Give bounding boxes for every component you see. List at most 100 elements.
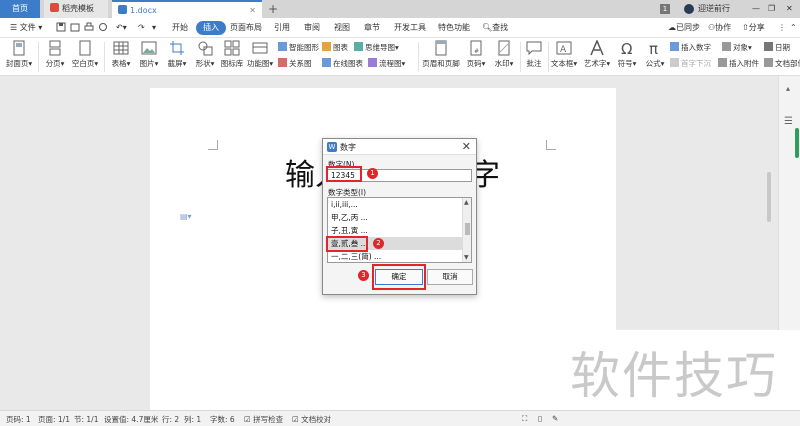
status-setting-value[interactable]: 设置值: 4.7厘米 bbox=[104, 414, 158, 425]
edit-pen-icon[interactable]: ✎ bbox=[552, 414, 558, 423]
avatar[interactable] bbox=[684, 4, 694, 14]
menu-insert[interactable]: 插入 bbox=[196, 21, 226, 35]
vertical-scrollbar-thumb[interactable] bbox=[767, 172, 771, 222]
formula-button[interactable]: π 公式▾ bbox=[642, 40, 668, 69]
minimize-icon[interactable]: — bbox=[752, 0, 760, 18]
status-section[interactable]: 节: 1/1 bbox=[74, 414, 98, 425]
blank-page-button[interactable]: 空白页▾ bbox=[70, 40, 100, 69]
watermark-button[interactable]: 水印▾ bbox=[490, 40, 518, 69]
page-number-button[interactable]: # 页码▾ bbox=[462, 40, 490, 69]
scroll-down-icon[interactable]: ▼ bbox=[464, 254, 469, 261]
preview-icon[interactable] bbox=[98, 22, 108, 32]
outline-icon[interactable]: ▯ bbox=[538, 414, 542, 423]
relation-chart-button[interactable]: 关系图 bbox=[278, 58, 312, 69]
paragraph-marker-icon[interactable]: ▤▾ bbox=[180, 212, 192, 221]
print-icon[interactable] bbox=[84, 22, 94, 32]
smart-art-icon bbox=[278, 42, 287, 51]
page-break-button[interactable]: 分页▾ bbox=[42, 40, 68, 69]
screenshot-button[interactable]: 截屏▾ bbox=[164, 40, 190, 69]
cover-page-button[interactable]: 封面页▾ bbox=[4, 40, 34, 69]
chart-button[interactable]: 图表 bbox=[322, 42, 348, 53]
redo-icon[interactable]: ↷ bbox=[134, 21, 149, 35]
svg-text:A: A bbox=[560, 45, 567, 55]
username[interactable]: 迎逆前行 bbox=[698, 0, 730, 18]
insert-ribbon: 封面页▾ 分页▾ 空白页▾ 表格▾ 图片▾ 截屏▾ 形状▾ 图标库 功能图▾ 智… bbox=[0, 38, 800, 76]
menu-start[interactable]: 开始 bbox=[168, 21, 192, 35]
close-window-icon[interactable]: ✕ bbox=[786, 0, 793, 18]
dialog-title: 数字 bbox=[340, 143, 356, 152]
date-button[interactable]: 日期 bbox=[764, 42, 790, 53]
tab-templates[interactable]: 稻壳模板 bbox=[44, 0, 108, 18]
menu-review[interactable]: 审阅 bbox=[300, 21, 324, 35]
annotation-box-3 bbox=[372, 264, 426, 290]
search-menu[interactable]: 🔍︎查找 bbox=[478, 21, 512, 35]
status-page[interactable]: 页面: 1/1 bbox=[38, 414, 70, 425]
insert-number-button[interactable]: 插入数字 bbox=[670, 42, 711, 53]
status-page-no[interactable]: 页码: 1 bbox=[6, 414, 31, 425]
menu-features[interactable]: 特色功能 bbox=[434, 21, 474, 35]
doc-parts-label: 文档部件 bbox=[775, 59, 800, 68]
margin-corner-tr bbox=[546, 140, 556, 150]
function-chart-icon bbox=[252, 42, 268, 54]
tab-document[interactable]: 1.docx ✕ bbox=[112, 0, 262, 18]
sync-status[interactable]: ☁已同步 bbox=[664, 21, 704, 35]
collab-button[interactable]: ⚇协作 bbox=[704, 21, 735, 35]
status-row[interactable]: 行: 2 bbox=[162, 414, 179, 425]
watermark-icon bbox=[498, 40, 510, 56]
icon-library-button[interactable]: 图标库 bbox=[218, 40, 246, 69]
online-chart-label: 在线图表 bbox=[333, 59, 363, 68]
online-chart-button[interactable]: 在线图表 bbox=[322, 58, 363, 69]
dialog-close-icon[interactable]: ✕ bbox=[462, 140, 471, 153]
chart-icon bbox=[322, 42, 331, 51]
side-scroll-up-icon[interactable]: ▴ bbox=[786, 84, 790, 93]
shape-button[interactable]: 形状▾ bbox=[192, 40, 218, 69]
list-item[interactable]: i,ii,iii,... bbox=[328, 198, 464, 211]
object-button[interactable]: 对象▾ bbox=[722, 42, 752, 53]
annotation-box-1 bbox=[326, 166, 362, 182]
list-scrollbar[interactable]: ▲ ▼ bbox=[462, 198, 471, 262]
comment-button[interactable]: 批注 bbox=[522, 40, 546, 69]
cancel-button[interactable]: 取消 bbox=[427, 269, 473, 285]
word-art-button[interactable]: 艺术字▾ bbox=[582, 40, 612, 69]
save-icon[interactable] bbox=[56, 22, 66, 32]
list-item[interactable]: 甲,乙,丙 ... bbox=[328, 211, 464, 224]
tab-home[interactable]: 首页 bbox=[0, 0, 40, 18]
collapse-ribbon-icon[interactable]: ⌃ bbox=[786, 21, 800, 35]
doc-parts-button[interactable]: 文档部件 bbox=[764, 58, 800, 69]
screenshot-icon bbox=[170, 41, 184, 55]
insert-attachment-button[interactable]: 插入附件 bbox=[718, 58, 759, 69]
list-scroll-thumb[interactable] bbox=[465, 223, 470, 235]
picture-button[interactable]: 图片▾ bbox=[136, 40, 162, 69]
maximize-icon[interactable]: ❐ bbox=[768, 0, 775, 18]
menu-view[interactable]: 视图 bbox=[330, 21, 354, 35]
share-button[interactable]: ⇧分享 bbox=[738, 21, 769, 35]
flowchart-button[interactable]: 流程图▾ bbox=[368, 58, 405, 69]
annotation-number-1: 1 bbox=[367, 168, 378, 179]
export-icon[interactable] bbox=[70, 22, 80, 32]
spell-check-button[interactable]: ☑ 拼写检查 bbox=[244, 414, 283, 425]
function-chart-button[interactable]: 功能图▾ bbox=[246, 40, 274, 69]
scroll-up-icon[interactable]: ▲ bbox=[464, 199, 469, 206]
margin-corner-tl bbox=[208, 140, 218, 150]
smart-art-button[interactable]: 智能图形 bbox=[278, 42, 319, 53]
menu-chapter[interactable]: 章节 bbox=[360, 21, 384, 35]
table-button[interactable]: 表格▾ bbox=[108, 40, 134, 69]
menu-references[interactable]: 引用 bbox=[270, 21, 294, 35]
new-tab-button[interactable]: + bbox=[267, 0, 279, 18]
undo-icon[interactable]: ↶▾ bbox=[112, 21, 131, 35]
file-menu[interactable]: ☰ 文件 ▾ bbox=[6, 21, 46, 35]
menu-page-layout[interactable]: 页面布局 bbox=[226, 21, 266, 35]
text-box-button[interactable]: A 文本框▾ bbox=[550, 40, 578, 69]
status-word-count[interactable]: 字数: 6 bbox=[210, 414, 235, 425]
proofread-button[interactable]: ☑ 文档校对 bbox=[292, 414, 331, 425]
symbol-button[interactable]: Ω 符号▾ bbox=[614, 40, 640, 69]
more-icon[interactable]: ▾ bbox=[148, 21, 160, 35]
menu-developer[interactable]: 开发工具 bbox=[390, 21, 430, 35]
spell-check-icon: ☑ bbox=[244, 415, 251, 424]
status-col[interactable]: 列: 1 bbox=[184, 414, 201, 425]
settings-sliders-icon[interactable]: ☰ bbox=[784, 116, 793, 127]
fullscreen-icon[interactable]: ⛶ bbox=[522, 414, 527, 424]
header-footer-button[interactable]: 页眉和页脚 bbox=[420, 40, 462, 69]
number-type-list[interactable]: i,ii,iii,... 甲,乙,丙 ... 子,丑,寅 ... 壹,贰,叁 .… bbox=[327, 197, 472, 263]
mind-map-button[interactable]: 思维导图▾ bbox=[354, 42, 399, 53]
